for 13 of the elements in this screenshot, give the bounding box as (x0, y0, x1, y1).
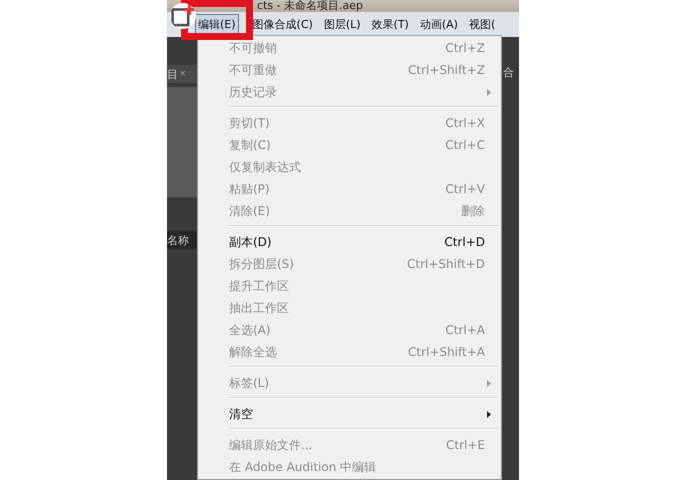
panel-tab[interactable]: 目 (167, 66, 178, 82)
window-title: cts - 未命名项目.aep (257, 0, 364, 12)
menu-item[interactable]: 副本(D) Ctrl+D (198, 231, 501, 253)
menu-bar-item[interactable]: 编辑(E) (195, 14, 239, 35)
column-header: 名称 (167, 232, 189, 248)
panel-tab[interactable]: 合 (503, 65, 514, 80)
close-icon[interactable]: × (179, 69, 187, 79)
menu-bar-item[interactable]: 效果(T) (368, 14, 412, 35)
menu-bar-item[interactable]: 动画(A) (416, 14, 461, 35)
menu-item[interactable]: 清空 (198, 403, 501, 425)
menu-bar-item[interactable]: 图层(L) (320, 14, 364, 35)
menu-bar-item[interactable]: 图像合成(C) (250, 14, 316, 35)
menu-bar-item[interactable]: 视图( (466, 14, 498, 35)
